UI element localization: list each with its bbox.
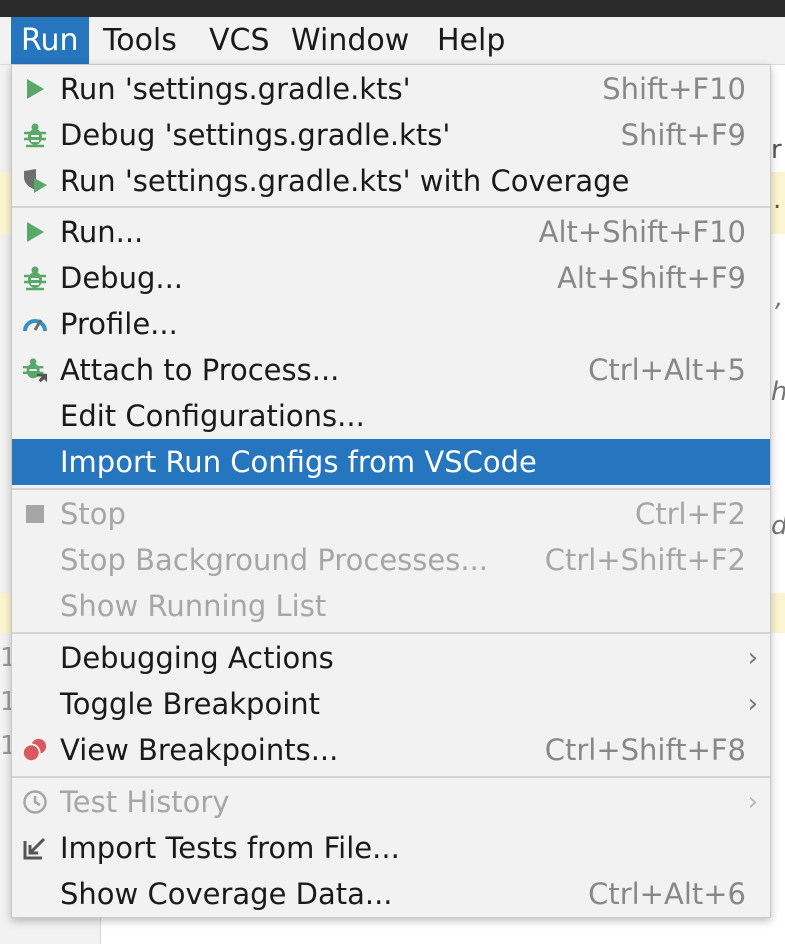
menu-separator — [12, 206, 770, 208]
menu-item-label: Debug... — [60, 261, 184, 295]
menu-item-shortcut: Alt+Shift+F10 — [538, 215, 746, 249]
menu-item-run-with-coverage[interactable]: Run 'settings.gradle.kts' with Coverage — [12, 158, 770, 204]
menu-item-debug-settings[interactable]: Debug 'settings.gradle.kts' Shift+F9 — [12, 112, 770, 158]
stop-square-icon — [22, 491, 48, 537]
attach-bug-icon — [22, 347, 48, 393]
background-glyph: d — [771, 511, 785, 541]
menu-item-debug[interactable]: Debug... Alt+Shift+F9 — [12, 255, 770, 301]
profile-gauge-icon — [22, 301, 48, 347]
menu-item-profile[interactable]: Profile... — [12, 301, 770, 347]
menu-item-label: Run... — [60, 215, 144, 249]
chevron-right-icon: › — [747, 689, 758, 719]
menu-item-label: Debugging Actions — [60, 641, 334, 675]
menu-item-label: Stop — [60, 497, 126, 531]
menu-item-label: Toggle Breakpoint — [60, 687, 321, 721]
run-triangle-icon — [22, 66, 48, 112]
menu-item-attach-to-process[interactable]: Attach to Process... Ctrl+Alt+5 — [12, 347, 770, 393]
menu-item-shortcut: Shift+F10 — [602, 72, 746, 106]
menu-item-label: Edit Configurations... — [60, 399, 365, 433]
menu-item-stop[interactable]: Stop Ctrl+F2 — [12, 491, 770, 537]
menu-run[interactable]: Run — [11, 17, 89, 64]
menu-separator — [12, 632, 770, 634]
menu-item-shortcut: Alt+Shift+F9 — [557, 261, 746, 295]
menu-item-stop-background-processes[interactable]: Stop Background Processes... Ctrl+Shift+… — [12, 537, 770, 583]
run-menu-dropdown: Run 'settings.gradle.kts' Shift+F10 Debu… — [11, 64, 771, 918]
debug-bug-icon — [22, 255, 48, 301]
menu-item-label: Import Run Configs from VSCode — [60, 445, 537, 479]
menu-separator — [12, 488, 770, 490]
menu-item-edit-configurations[interactable]: Edit Configurations... — [12, 393, 770, 439]
menu-item-shortcut: Ctrl+Alt+5 — [588, 353, 746, 387]
menu-item-label: Run 'settings.gradle.kts' with Coverage — [60, 164, 630, 198]
menu-item-toggle-breakpoint[interactable]: Toggle Breakpoint › — [12, 681, 770, 727]
menu-item-view-breakpoints[interactable]: View Breakpoints... Ctrl+Shift+F8 — [12, 727, 770, 773]
clock-icon — [22, 779, 48, 825]
menu-item-shortcut: Ctrl+Shift+F2 — [544, 543, 746, 577]
window-top-strip — [0, 0, 785, 17]
coverage-shield-icon — [22, 158, 48, 204]
menu-item-label: Import Tests from File... — [60, 831, 400, 865]
menu-window[interactable]: Window — [281, 17, 419, 64]
menu-separator — [12, 776, 770, 778]
menu-item-label: Profile... — [60, 307, 178, 341]
menu-item-shortcut: Shift+F9 — [620, 118, 746, 152]
background-glyph: r — [771, 135, 782, 165]
menu-item-import-run-configs-vscode[interactable]: Import Run Configs from VSCode — [12, 439, 770, 485]
menu-item-shortcut: Ctrl+Alt+6 — [588, 877, 746, 911]
menu-item-label: Run 'settings.gradle.kts' — [60, 72, 411, 106]
menu-item-label: Test History — [60, 785, 230, 819]
chevron-right-icon: › — [747, 643, 758, 673]
menu-item-label: Stop Background Processes... — [60, 543, 488, 577]
menu-help[interactable]: Help — [427, 17, 515, 64]
menu-item-show-coverage-data[interactable]: Show Coverage Data... Ctrl+Alt+6 — [12, 871, 770, 917]
menu-item-label: Attach to Process... — [60, 353, 340, 387]
menu-item-import-tests-from-file[interactable]: Import Tests from File... — [12, 825, 770, 871]
run-triangle-icon — [22, 209, 48, 255]
import-arrow-icon — [22, 825, 48, 871]
menu-item-label: Show Running List — [60, 589, 327, 623]
menu-item-show-running-list[interactable]: Show Running List — [12, 583, 770, 629]
menu-item-run-settings[interactable]: Run 'settings.gradle.kts' Shift+F10 — [12, 66, 770, 112]
menu-vcs[interactable]: VCS — [199, 17, 280, 64]
breakpoints-icon — [22, 727, 48, 773]
menu-item-label: Show Coverage Data... — [60, 877, 393, 911]
chevron-right-icon: › — [747, 787, 758, 817]
background-glyph: . — [773, 185, 782, 215]
menu-item-shortcut: Ctrl+F2 — [634, 497, 746, 531]
menu-item-run[interactable]: Run... Alt+Shift+F10 — [12, 209, 770, 255]
background-glyph: h — [771, 377, 785, 407]
debug-bug-icon — [22, 112, 48, 158]
background-glyph: , — [775, 283, 784, 313]
menu-bar: Run Tools VCS Window Help — [0, 17, 785, 65]
menu-item-test-history[interactable]: Test History › — [12, 779, 770, 825]
menu-item-shortcut: Ctrl+Shift+F8 — [544, 733, 746, 767]
menu-item-label: Debug 'settings.gradle.kts' — [60, 118, 451, 152]
menu-item-label: View Breakpoints... — [60, 733, 339, 767]
menu-tools[interactable]: Tools — [93, 17, 187, 64]
menu-item-debugging-actions[interactable]: Debugging Actions › — [12, 635, 770, 681]
